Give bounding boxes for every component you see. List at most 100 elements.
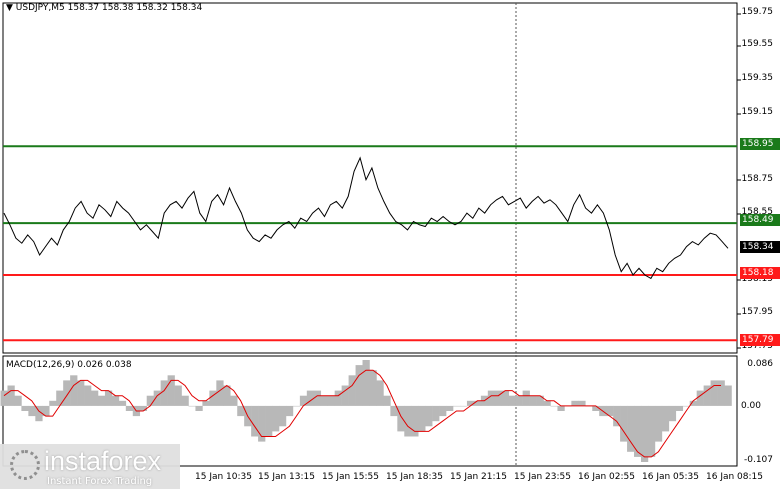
level-tag-157-79: 157.79	[740, 334, 780, 346]
macd-histogram-bar	[223, 385, 231, 406]
macd-histogram-bar	[453, 405, 461, 407]
macd-histogram-bar	[710, 380, 718, 406]
macd-histogram-bar	[439, 405, 447, 417]
macd-histogram-bar	[63, 380, 71, 406]
symbol-menu-triangle[interactable]: ▼	[6, 3, 13, 13]
level-tag-158-18: 158.18	[740, 267, 780, 279]
macd-histogram-bar	[174, 385, 182, 406]
macd-histogram-bar	[265, 405, 273, 437]
macd-histogram-bar	[7, 385, 15, 406]
level-tag-158-49: 158.49	[740, 214, 780, 226]
macd-histogram-bar	[195, 405, 203, 411]
macd-histogram-bar	[362, 360, 370, 406]
macd-histogram-bar	[369, 370, 377, 406]
macd-axis-label: -0.107	[743, 455, 773, 465]
macd-histogram-bar	[327, 395, 335, 406]
macd-histogram-bar	[724, 385, 732, 406]
macd-histogram-bar	[355, 365, 363, 406]
macd-histogram-bar	[118, 400, 127, 406]
symbol-label: USDJPY,M5	[15, 3, 65, 13]
macd-histogram-bar	[272, 405, 280, 432]
macd-histogram-bar	[209, 390, 217, 406]
macd-histogram-bar	[529, 395, 537, 406]
macd-histogram-bar	[376, 380, 384, 406]
macd-histogram-bar	[696, 390, 704, 406]
macd-histogram-bar	[508, 395, 516, 406]
chart-canvas	[0, 0, 781, 489]
current-price-tag: 158.34	[740, 241, 780, 253]
macd-histogram-bar	[550, 405, 558, 407]
time-axis-label: 15 Jan 23:55	[514, 472, 571, 482]
macd-histogram-bar	[292, 405, 301, 407]
logo-tagline: Instant Forex Trading	[47, 476, 153, 487]
price-axis-label: 159.75	[741, 7, 774, 17]
macd-histogram-bar	[313, 390, 322, 406]
macd-axis-label: 0.086	[747, 359, 773, 369]
macd-histogram-bar	[14, 395, 22, 406]
macd-histogram-bar	[515, 395, 523, 406]
time-axis-label: 16 Jan 05:35	[642, 472, 699, 482]
macd-histogram-bar	[21, 405, 29, 411]
time-axis-label: 16 Jan 02:55	[578, 472, 635, 482]
macd-header: MACD(12,26,9) 0.026 0.038	[6, 360, 132, 370]
time-axis-label: 15 Jan 10:35	[195, 472, 252, 482]
macd-histogram-bar	[494, 390, 503, 406]
macd-histogram-bar	[91, 390, 99, 406]
macd-histogram-bar	[404, 405, 412, 437]
macd-histogram-bar	[473, 400, 482, 406]
macd-histogram-bar	[620, 405, 628, 442]
macd-histogram-bar	[383, 395, 391, 406]
macd-histogram-bar	[320, 395, 329, 406]
macd-histogram-bar	[578, 400, 586, 406]
macd-histogram-bar	[571, 400, 579, 406]
instaforex-logo: instaforex Instant Forex Trading	[0, 444, 180, 489]
macd-histogram-bar	[675, 405, 684, 411]
macd-histogram-bar	[334, 390, 342, 406]
macd-axis-label: 0.00	[740, 401, 761, 411]
time-axis-label: 15 Jan 21:15	[450, 472, 507, 482]
macd-histogram-bar	[459, 405, 468, 407]
macd-histogram-bar	[0, 390, 8, 406]
time-axis-label: 15 Jan 13:15	[258, 472, 315, 482]
macd-histogram-bar	[425, 405, 433, 427]
macd-histogram-bar	[230, 395, 238, 406]
macd-histogram-bar	[160, 380, 168, 406]
macd-histogram-bar	[188, 405, 196, 407]
macd-histogram-bar	[634, 405, 642, 457]
macd-histogram-bar	[216, 380, 224, 406]
macd-histogram-bar	[49, 400, 57, 406]
macd-histogram-bar	[97, 395, 106, 406]
macd-histogram-bar	[77, 380, 85, 406]
macd-histogram-bar	[28, 405, 36, 417]
instaforex-logo-icon	[10, 450, 40, 480]
macd-histogram-bar	[348, 375, 356, 406]
macd-histogram-bar	[181, 395, 189, 406]
macd-histogram-bar	[543, 400, 551, 406]
macd-histogram-bar	[153, 390, 161, 406]
macd-histogram-bar	[557, 405, 565, 411]
macd-histogram-bar	[285, 405, 294, 417]
price-axis-label: 159.55	[741, 39, 774, 49]
macd-histogram-bar	[661, 405, 670, 432]
ohlc-values: 158.37 158.38 158.32 158.34	[67, 3, 203, 13]
macd-histogram-bar	[84, 385, 92, 406]
macd-histogram-bar	[411, 405, 419, 437]
logo-name: instaforex	[44, 446, 162, 476]
macd-histogram-bar	[640, 405, 649, 462]
price-axis-label: 159.35	[741, 73, 774, 83]
price-axis-label: 159.15	[741, 107, 774, 117]
symbol-header: ▼ USDJPY,M5 158.37 158.38 158.32 158.34	[6, 3, 202, 13]
macd-histogram-bar	[56, 390, 64, 406]
macd-histogram-bar	[717, 380, 725, 406]
macd-histogram-bar	[418, 405, 426, 432]
macd-histogram-bar	[522, 390, 530, 406]
macd-histogram-bar	[654, 405, 663, 442]
macd-histogram-bar	[125, 405, 134, 411]
macd-histogram-bar	[70, 375, 78, 406]
time-axis-label: 15 Jan 18:35	[386, 472, 443, 482]
macd-histogram-bar	[647, 405, 656, 457]
macd-histogram-bar	[251, 405, 259, 437]
price-axis-label: 158.75	[741, 174, 774, 184]
macd-histogram-bar	[432, 405, 440, 422]
price-axis-label: 157.95	[741, 307, 774, 317]
